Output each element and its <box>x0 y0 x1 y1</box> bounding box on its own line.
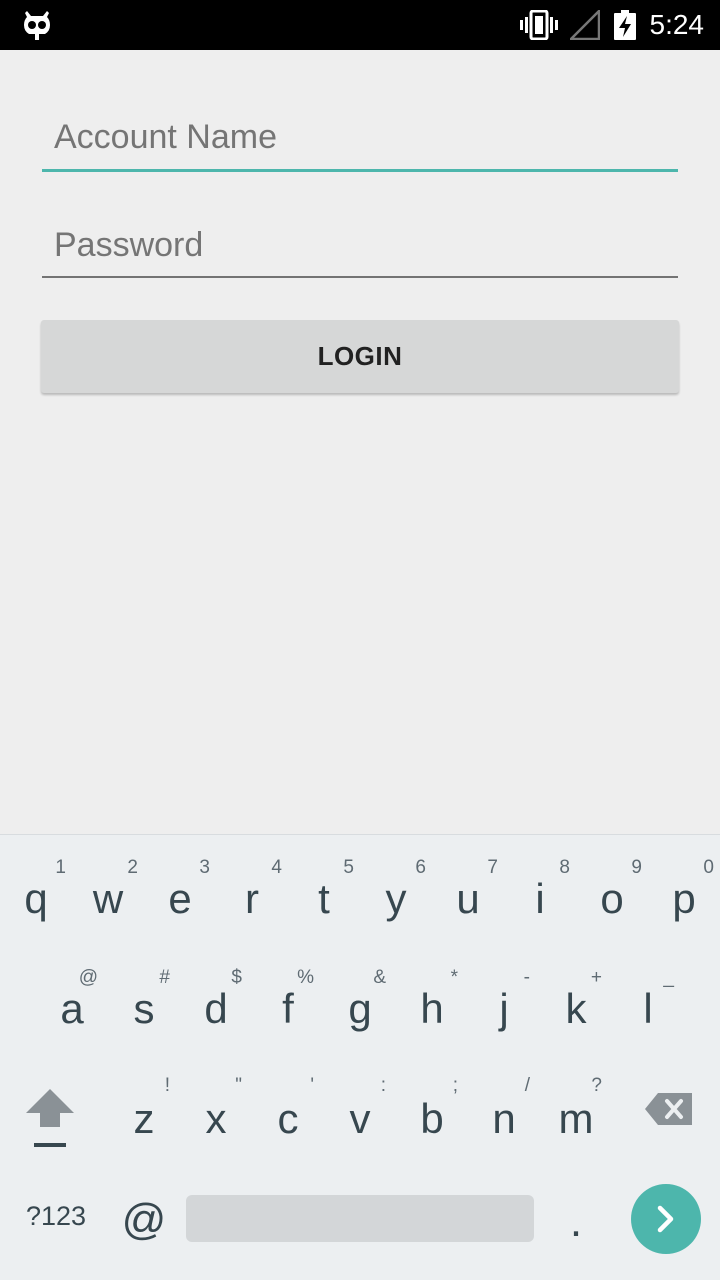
account-name-field[interactable]: Account Name <box>42 108 678 172</box>
key-label: z <box>133 1095 155 1142</box>
key-m[interactable]: ? m <box>540 1065 612 1165</box>
key-v[interactable]: :v <box>324 1065 396 1165</box>
no-signal-icon <box>570 10 600 40</box>
key-p[interactable]: 0p <box>648 845 720 945</box>
key-label: e <box>168 875 192 922</box>
key-x[interactable]: " x <box>180 1065 252 1165</box>
symbols-key[interactable]: ?123 <box>18 1201 94 1241</box>
key-g[interactable]: & g <box>324 955 396 1055</box>
soft-keyboard: 1q 2w 3e 4r 5t 6y 7u 8i 9o 0p @ a # s $ d %… <box>0 834 720 1280</box>
account-name-underline <box>42 169 678 172</box>
key-label: f <box>282 985 294 1032</box>
password-placeholder: Password <box>54 226 204 264</box>
key-h[interactable]: * h <box>396 955 468 1055</box>
key-a[interactable]: @ a <box>36 955 108 1055</box>
key-label: s <box>133 985 155 1032</box>
backspace-icon[interactable] <box>644 1091 694 1127</box>
key-label: w <box>92 875 124 922</box>
space-bar[interactable] <box>186 1195 534 1242</box>
cyanogen-bug-icon <box>24 11 50 40</box>
key-f[interactable]: % f <box>252 955 324 1055</box>
key-z[interactable]: ! z <box>108 1065 180 1165</box>
key-label: d <box>204 985 228 1032</box>
password-field[interactable]: Password <box>42 218 678 278</box>
key-label: y <box>385 875 407 922</box>
key-label: h <box>420 985 444 1032</box>
key-label: x <box>205 1095 227 1142</box>
key-label: u <box>456 875 480 922</box>
key-t[interactable]: 5t <box>288 845 360 945</box>
key-n[interactable]: / n <box>468 1065 540 1165</box>
key-i[interactable]: 8i <box>504 845 576 945</box>
key-label: p <box>672 875 696 922</box>
key-label: c <box>277 1095 299 1142</box>
account-name-placeholder: Account Name <box>54 118 277 156</box>
shift-icon[interactable] <box>22 1085 78 1151</box>
key-label: g <box>348 985 372 1032</box>
key-d[interactable]: $ d <box>180 955 252 1055</box>
enter-key[interactable] <box>631 1184 701 1254</box>
key-hint: / <box>524 1075 530 1096</box>
login-button[interactable]: LOGIN <box>41 320 679 393</box>
key-b[interactable]: ; b <box>396 1065 468 1165</box>
key-label: o <box>600 875 624 922</box>
key-label: l <box>643 985 653 1032</box>
battery-charging-icon <box>614 10 636 40</box>
key-o[interactable]: 9o <box>576 845 648 945</box>
key-u[interactable]: 7u <box>432 845 504 945</box>
key-hint: ; <box>452 1075 458 1096</box>
key-label: i <box>535 875 545 922</box>
key-s[interactable]: # s <box>108 955 180 1055</box>
key-label: k <box>565 985 587 1032</box>
key-c[interactable]: ' c <box>252 1065 324 1165</box>
chevron-right-icon <box>657 1205 674 1233</box>
key-label: a <box>60 985 84 1032</box>
key-q[interactable]: 1q <box>0 845 72 945</box>
key-e[interactable]: 3e <box>144 845 216 945</box>
key-y[interactable]: 6y <box>360 845 432 945</box>
key-k[interactable]: + k <box>540 955 612 1055</box>
password-underline <box>42 276 678 278</box>
key-label: q <box>24 875 48 922</box>
key-label: m <box>558 1095 594 1142</box>
key-hint: ? <box>591 1075 602 1096</box>
at-key[interactable]: @ <box>116 1195 172 1245</box>
key-hint: " <box>235 1075 242 1096</box>
key-w[interactable]: 2w <box>72 845 144 945</box>
key-label: r <box>245 875 259 922</box>
key-label: b <box>420 1095 444 1142</box>
key-hint: : <box>380 1075 386 1096</box>
key-label: v <box>349 1095 371 1142</box>
key-r[interactable]: 4r <box>216 845 288 945</box>
key-label: t <box>318 875 330 922</box>
period-key[interactable]: . <box>556 1197 596 1247</box>
key-l[interactable]: _ l <box>612 955 684 1055</box>
clock: 5:24 <box>649 9 705 40</box>
key-hint: ' <box>310 1075 314 1096</box>
key-j[interactable]: -j <box>468 955 540 1055</box>
vibrate-icon <box>520 10 558 40</box>
status-bar: 5:24 <box>0 0 720 50</box>
key-label: j <box>499 985 509 1032</box>
key-label: n <box>492 1095 516 1142</box>
key-hint: ! <box>164 1075 170 1096</box>
